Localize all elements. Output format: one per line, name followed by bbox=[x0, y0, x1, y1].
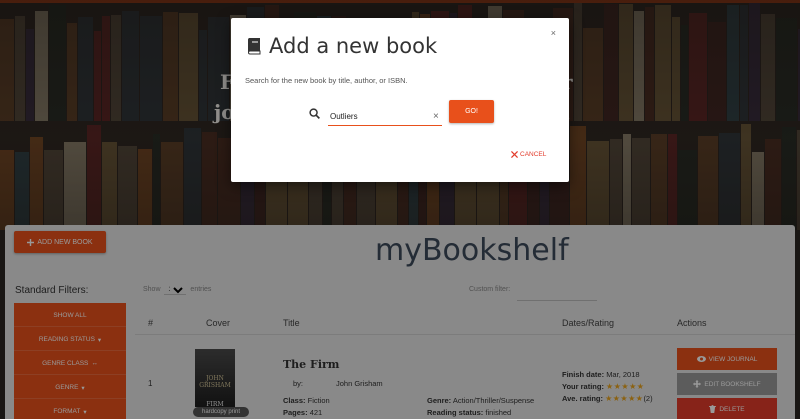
modal-title: Add a new book bbox=[245, 34, 437, 58]
go-button[interactable]: GO! bbox=[449, 100, 494, 123]
book-icon bbox=[247, 38, 261, 55]
search-icon bbox=[309, 108, 320, 119]
modal-description: Search for the new book by title, author… bbox=[245, 76, 408, 85]
close-icon bbox=[511, 151, 518, 158]
book-search-input[interactable] bbox=[328, 108, 442, 126]
clear-search-icon[interactable]: × bbox=[433, 111, 439, 122]
close-icon[interactable]: × bbox=[551, 28, 556, 38]
add-book-modal: × Add a new book Search for the new book… bbox=[231, 18, 569, 182]
cancel-button[interactable]: CANCEL bbox=[511, 151, 546, 158]
